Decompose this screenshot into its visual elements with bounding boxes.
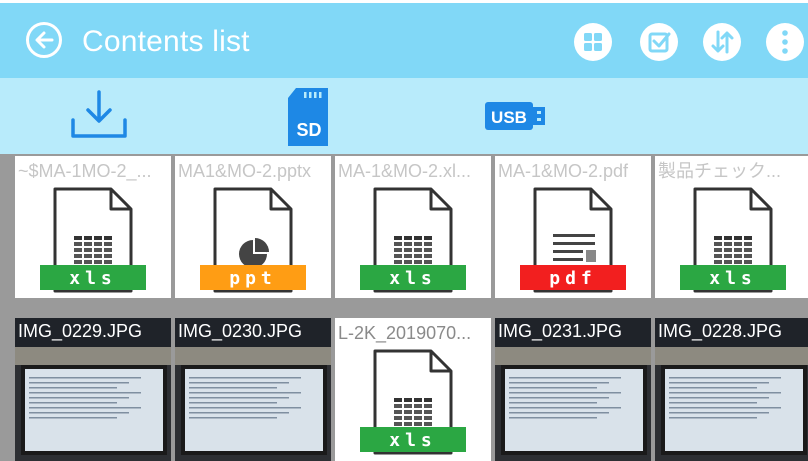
svg-text:ppt: ppt: [229, 268, 277, 289]
file-tile[interactable]: pdf MA-1&MO-2.pdf: [495, 156, 651, 298]
photo-thumbnail: [175, 347, 331, 461]
sort-icon[interactable]: [703, 23, 741, 61]
photo-thumbnail: [495, 347, 651, 461]
select-check-icon[interactable]: [640, 23, 678, 61]
file-name: ~$MA-1MO-2_...: [18, 161, 152, 181]
photo-thumbnail: [655, 347, 808, 461]
file-name: IMG_0230.JPG: [178, 321, 303, 341]
spreadsheet-file-icon: xls: [40, 187, 146, 293]
sd-card-button[interactable]: SD: [284, 86, 332, 146]
sd-card-icon: SD: [288, 88, 328, 146]
download-icon[interactable]: [68, 86, 130, 146]
sd-label: SD: [296, 120, 321, 140]
file-name: L-2K_2019070...: [338, 323, 472, 343]
svg-text:pdf: pdf: [549, 268, 597, 289]
usb-label: USB: [491, 108, 527, 127]
spreadsheet-file-icon: xls: [680, 187, 786, 293]
file-name: IMG_0228.JPG: [658, 321, 783, 341]
spreadsheet-file-icon: xls: [360, 187, 466, 293]
file-tile[interactable]: xls MA-1&MO-2.xl...: [335, 156, 491, 298]
usb-button[interactable]: USB: [484, 100, 548, 132]
spreadsheet-file-icon: xls: [360, 349, 466, 455]
file-tile[interactable]: IMG_0228.JPG: [655, 318, 808, 461]
grid-view-icon[interactable]: [574, 23, 612, 61]
back-arrow-circle-icon[interactable]: [26, 22, 62, 58]
photo-thumbnail: [15, 347, 171, 461]
file-name: MA-1&MO-2.pdf: [498, 161, 629, 181]
file-name: MA1&MO-2.pptx: [178, 161, 312, 181]
file-name: IMG_0229.JPG: [18, 321, 143, 341]
usb-drive-icon: USB: [485, 102, 545, 130]
file-tile[interactable]: IMG_0230.JPG: [175, 318, 331, 461]
more-vert-icon[interactable]: [766, 23, 804, 61]
file-name: IMG_0231.JPG: [498, 321, 623, 341]
source-bar: SD USB: [0, 78, 808, 154]
svg-text:xls: xls: [389, 430, 437, 451]
presentation-file-icon: ppt: [200, 187, 306, 293]
svg-text:xls: xls: [709, 268, 757, 289]
page-title: Contents list: [82, 25, 250, 58]
file-tile[interactable]: xls L-2K_2019070...: [335, 318, 491, 461]
file-name: MA-1&MO-2.xl...: [338, 161, 472, 181]
app-bar: Contents list: [0, 0, 808, 78]
file-name: 製品チェック...: [658, 161, 782, 181]
file-tile[interactable]: xls 製品チェック...: [655, 156, 808, 298]
svg-text:xls: xls: [69, 268, 117, 289]
pdf-file-icon: pdf: [520, 187, 626, 293]
svg-text:xls: xls: [389, 268, 437, 289]
file-tile[interactable]: xls ~$MA-1MO-2_...: [15, 156, 171, 298]
file-tile[interactable]: ppt MA1&MO-2.pptx: [175, 156, 331, 298]
file-tile[interactable]: IMG_0231.JPG: [495, 318, 651, 461]
file-tile[interactable]: IMG_0229.JPG: [15, 318, 171, 461]
